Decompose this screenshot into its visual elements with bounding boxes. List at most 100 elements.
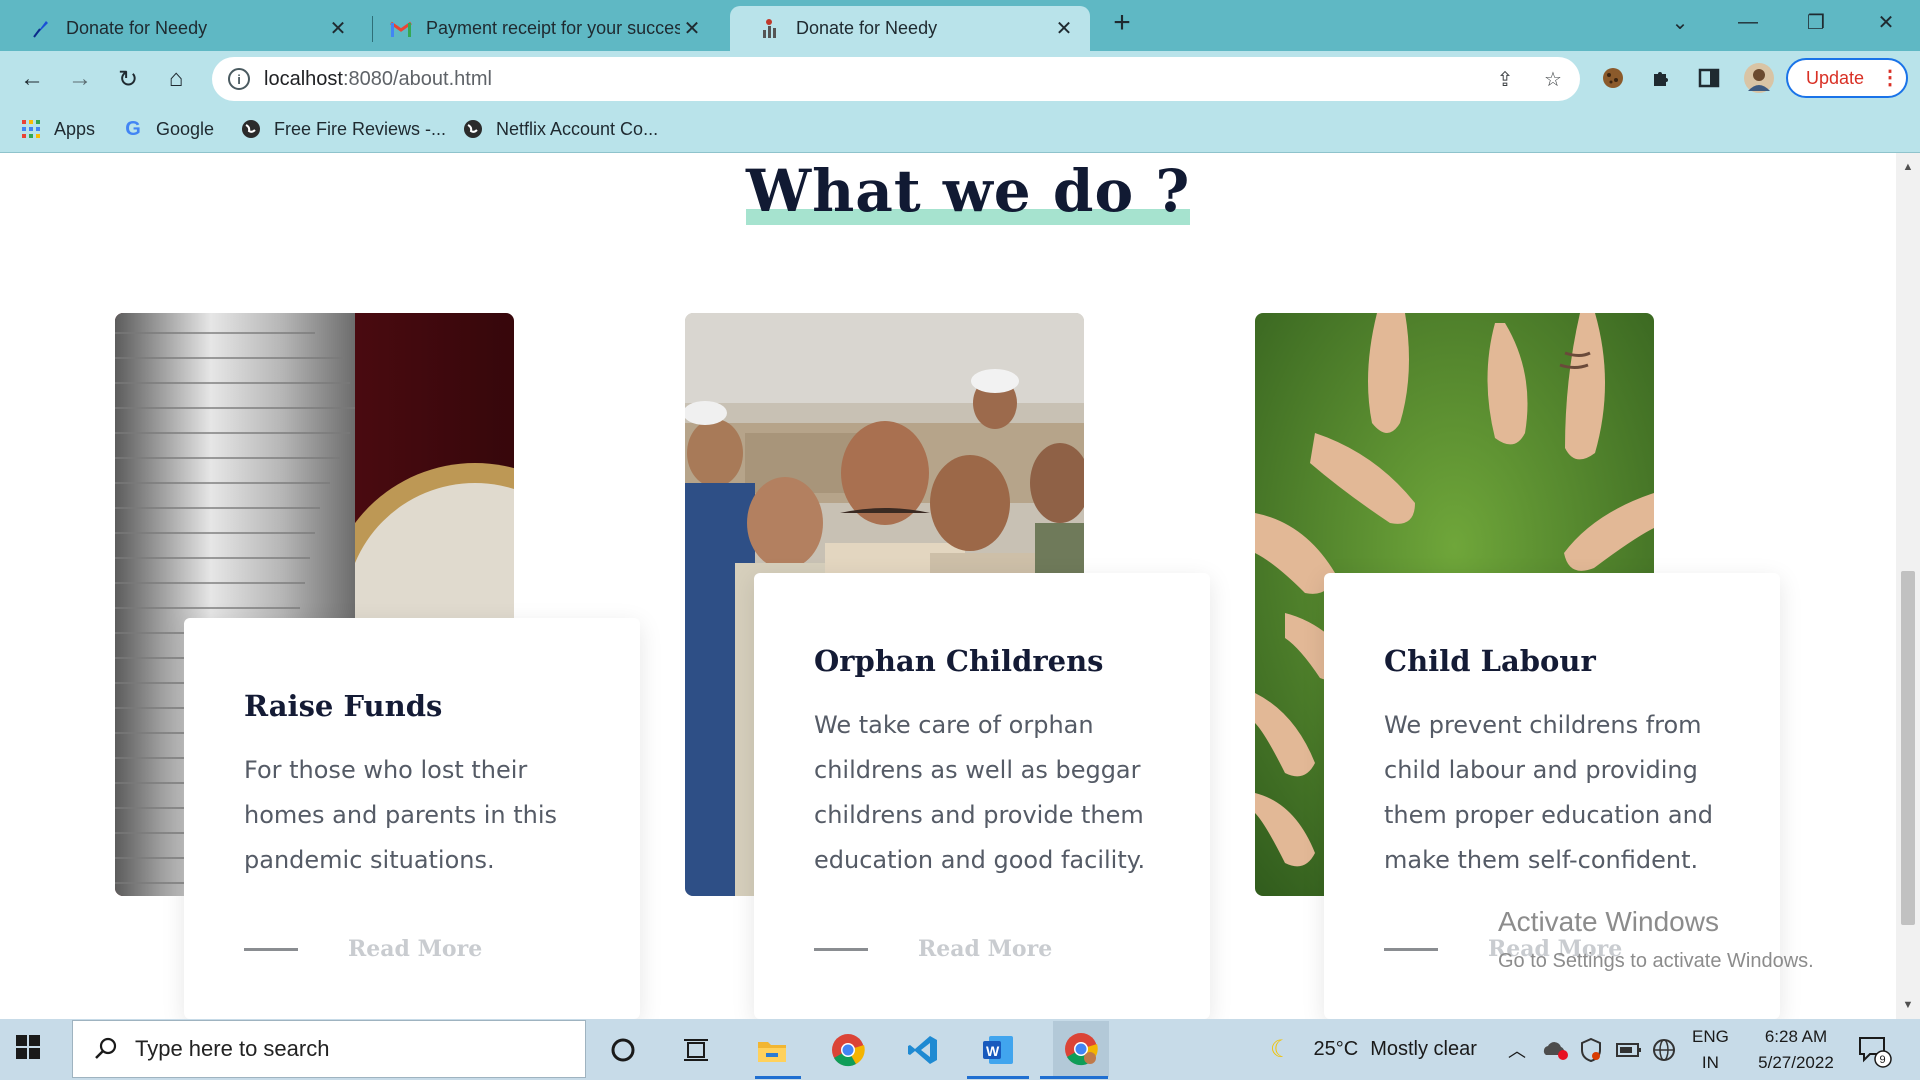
vertical-scrollbar[interactable]: ▲ ▼ xyxy=(1896,153,1920,1019)
card-raise-funds: Raise Funds For those who lost their hom… xyxy=(184,618,640,1019)
tab-title: Donate for Needy xyxy=(66,18,208,38)
bookmark-netflix[interactable]: Netflix Account Co... xyxy=(462,116,658,142)
notification-center-icon[interactable]: 9 xyxy=(1856,1019,1892,1080)
taskbar-search-input[interactable]: Type here to search xyxy=(72,1020,586,1078)
watermark-subtitle: Go to Settings to activate Windows. xyxy=(1498,950,1814,972)
menu-dots-icon: ⋮ xyxy=(1880,67,1901,89)
tab-title: Payment receipt for your successful xyxy=(426,18,680,38)
bookmark-star-icon[interactable]: ☆ xyxy=(1540,66,1566,92)
tab-title: Donate for Needy xyxy=(796,18,938,38)
lang-region: IN xyxy=(1701,1052,1719,1072)
notification-count: 9 xyxy=(1880,1054,1886,1066)
google-icon: G xyxy=(125,117,141,140)
bookmarks-bar: Apps G Google Free Fire Reviews -... Net… xyxy=(0,106,1920,153)
onedrive-error-icon[interactable] xyxy=(1542,1019,1570,1080)
feather-icon xyxy=(30,18,52,40)
bookmark-label: Free Fire Reviews -... xyxy=(274,118,447,139)
clock-date: 5/27/2022 xyxy=(1758,1052,1834,1072)
restore-button[interactable]: ❐ xyxy=(1796,6,1836,38)
bookmark-label: Google xyxy=(156,118,215,139)
close-icon[interactable]: ✕ xyxy=(326,17,350,41)
close-window-button[interactable]: ✕ xyxy=(1866,6,1906,38)
page-title: What we do ? xyxy=(746,157,1191,225)
address-url: localhost:8080/about.html xyxy=(264,67,492,90)
card-title: Raise Funds xyxy=(244,689,443,723)
active-app-indicator xyxy=(1040,1076,1108,1079)
site-info-icon[interactable]: i xyxy=(228,68,250,90)
word-icon[interactable]: W xyxy=(978,1030,1018,1070)
browser-toolbar: ← → ↻ ⌂ i localhost:8080/about.html ⇪ ☆ xyxy=(0,51,1920,106)
vscode-icon[interactable] xyxy=(903,1030,943,1070)
address-bar[interactable]: i localhost:8080/about.html ⇪ ☆ xyxy=(212,57,1580,101)
read-more-label: Read More xyxy=(918,936,1053,962)
network-globe-icon[interactable] xyxy=(1652,1019,1676,1080)
clock[interactable]: 6:28 AM 5/27/2022 xyxy=(1746,1019,1846,1080)
extensions-puzzle-icon[interactable] xyxy=(1646,63,1676,93)
read-more-link[interactable]: Read More xyxy=(244,936,482,962)
security-shield-icon[interactable] xyxy=(1580,1019,1602,1080)
card-orphan-childrens: Orphan Childrens We take care of orphan … xyxy=(754,573,1210,1019)
side-panel-icon[interactable] xyxy=(1694,63,1724,93)
language-indicator[interactable]: ENG IN xyxy=(1692,1019,1729,1080)
cookie-extension-icon[interactable] xyxy=(1598,63,1628,93)
avatar[interactable] xyxy=(1744,63,1774,93)
share-icon[interactable]: ⇪ xyxy=(1492,66,1518,92)
cortana-icon[interactable] xyxy=(603,1030,643,1070)
section-heading: What we do ? xyxy=(746,153,1191,233)
clock-time: 6:28 AM xyxy=(1764,1026,1828,1046)
svg-text:W: W xyxy=(986,1043,1000,1059)
search-icon xyxy=(91,1034,121,1064)
show-hidden-icons-chevron[interactable]: ︿ xyxy=(1508,1019,1526,1080)
home-button[interactable]: ⌂ xyxy=(160,63,192,95)
file-explorer-icon[interactable] xyxy=(752,1030,792,1070)
card-description: We prevent childrens from child labour a… xyxy=(1384,711,1714,874)
charity-icon xyxy=(760,18,782,40)
chrome-icon[interactable] xyxy=(828,1030,868,1070)
reload-button[interactable]: ↻ xyxy=(112,63,144,95)
minimize-button[interactable]: — xyxy=(1728,6,1768,38)
read-more-line xyxy=(1384,947,1438,951)
gmail-icon xyxy=(390,18,412,40)
bookmark-google[interactable]: G Google xyxy=(122,116,214,142)
task-view-icon[interactable] xyxy=(676,1030,716,1070)
scroll-up-arrow-icon[interactable]: ▲ xyxy=(1896,157,1920,177)
tab-strip: Donate for Needy ✕ Payment receipt for y… xyxy=(0,0,1920,51)
close-icon[interactable]: ✕ xyxy=(1052,17,1076,41)
globe-icon xyxy=(462,118,484,140)
read-more-link[interactable]: Read More xyxy=(814,936,1052,962)
bookmark-label: Apps xyxy=(54,118,96,139)
card-title: Orphan Childrens xyxy=(814,644,1104,678)
card-description: For those who lost their homes and paren… xyxy=(244,756,558,874)
battery-icon[interactable] xyxy=(1616,1019,1642,1080)
windows-start-icon[interactable] xyxy=(14,1033,48,1067)
page-viewport: What we do ? Raise Funds For those who l… xyxy=(0,153,1896,1019)
weather-condition: Mostly clear xyxy=(1370,1038,1477,1060)
tab-payment-receipt[interactable]: Payment receipt for your successful ✕ xyxy=(378,6,718,51)
bookmark-free-fire[interactable]: Free Fire Reviews -... xyxy=(240,116,446,142)
weather-widget[interactable]: ☾ 25°C Mostly clear xyxy=(1270,1019,1477,1080)
read-more-label: Read More xyxy=(348,936,483,962)
weather-temp: 25°C xyxy=(1313,1038,1359,1060)
scroll-down-arrow-icon[interactable]: ▼ xyxy=(1896,995,1920,1015)
tab-search-chevron-icon[interactable]: ⌄ xyxy=(1660,6,1700,38)
tab-donate-active[interactable]: Donate for Needy ✕ xyxy=(730,6,1090,51)
bookmark-apps[interactable]: Apps xyxy=(20,116,95,142)
read-more-line xyxy=(244,947,298,951)
scroll-thumb[interactable] xyxy=(1901,571,1915,925)
close-icon[interactable]: ✕ xyxy=(680,17,704,41)
moon-icon: ☾ xyxy=(1270,1036,1292,1063)
watermark-title: Activate Windows xyxy=(1498,906,1719,937)
search-placeholder: Type here to search xyxy=(135,1036,330,1061)
bookmark-label: Netflix Account Co... xyxy=(496,118,659,139)
new-tab-button[interactable]: + xyxy=(1106,8,1138,40)
apps-grid-icon xyxy=(20,118,42,140)
forward-button[interactable]: → xyxy=(64,63,96,95)
lang-code: ENG xyxy=(1692,1026,1729,1046)
back-button[interactable]: ← xyxy=(16,63,48,95)
update-button[interactable]: Update ⋮ xyxy=(1786,58,1908,98)
active-app-indicator xyxy=(967,1076,1029,1079)
tab-donate-1[interactable]: Donate for Needy ✕ xyxy=(0,6,364,51)
active-app-indicator xyxy=(755,1076,801,1079)
chrome-profile-icon[interactable] xyxy=(1053,1021,1109,1077)
card-description: We take care of orphan childrens as well… xyxy=(814,711,1146,874)
